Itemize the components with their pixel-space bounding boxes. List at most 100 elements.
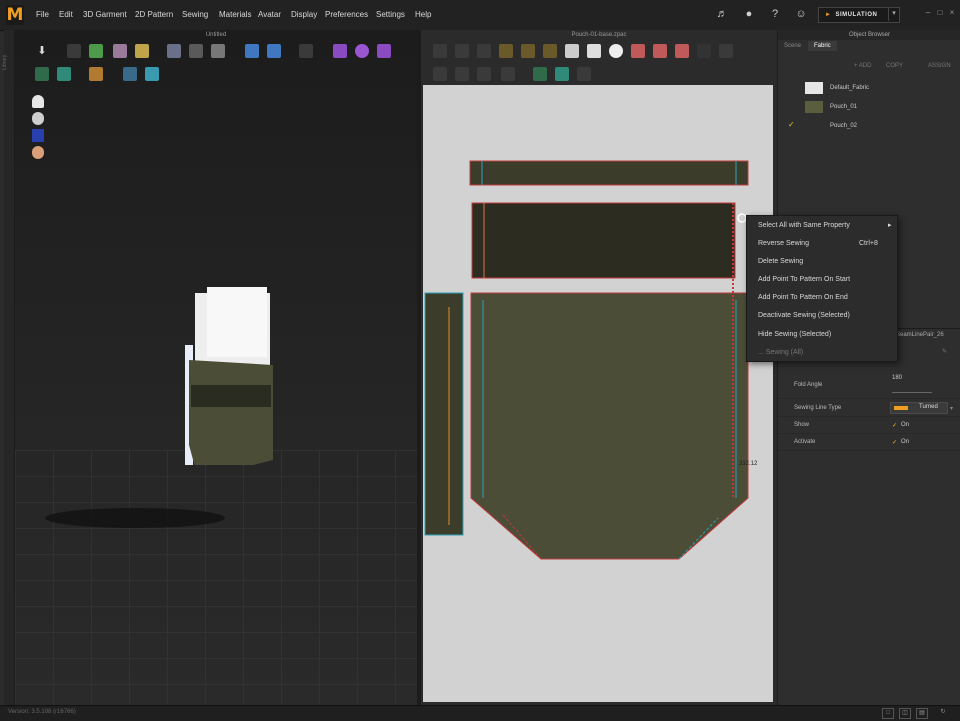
tool-box-blue-icon[interactable] (245, 44, 259, 58)
fabric-item[interactable]: Default_Fabric (778, 80, 960, 98)
3d-pouch-model[interactable] (175, 285, 275, 465)
maximize-icon[interactable]: □ (936, 9, 944, 17)
avatar-mode-icon[interactable]: ☺ (795, 8, 807, 20)
tool-rectangle-icon[interactable] (565, 44, 579, 58)
menu-2d-pattern[interactable]: 2D Pattern (135, 10, 173, 19)
3d-viewport[interactable]: Untitled ⬇ (15, 30, 417, 715)
minimize-icon[interactable]: – (924, 9, 932, 17)
menu-select-all-same-property[interactable]: Select All with Same Property (758, 222, 850, 229)
avatar-skin-icon[interactable] (32, 146, 44, 159)
tool-dart-icon[interactable] (675, 44, 689, 58)
reverse-sewing-shortcut: Ctrl+8 (859, 240, 878, 247)
fold-angle-value[interactable]: 180 (892, 375, 902, 381)
tool-select-texture-icon[interactable] (533, 67, 547, 81)
tool-internal-rect-icon[interactable] (631, 44, 645, 58)
fabric-name: Pouch_02 (830, 123, 858, 129)
tool-select-mesh-icon[interactable] (67, 44, 81, 58)
tool-curve-point-icon[interactable] (499, 44, 513, 58)
menu-avatar[interactable]: Avatar (258, 10, 281, 19)
tool-avatar-icon[interactable] (211, 44, 225, 58)
tool-garment-green-icon[interactable] (89, 44, 103, 58)
tool-purple-arrow-icon[interactable] (377, 44, 391, 58)
tool-internal-circle-icon[interactable] (653, 44, 667, 58)
tool-purple-pen-icon[interactable] (333, 44, 347, 58)
menu-add-point-end[interactable]: Add Point To Pattern On End (758, 294, 848, 301)
menu-hide-sewing[interactable]: Hide Sewing (Selected) (758, 331, 831, 338)
tool-select-grid-icon[interactable] (35, 67, 49, 81)
tool-measure-icon[interactable] (167, 44, 181, 58)
fold-angle-slider[interactable] (892, 392, 932, 393)
speaker-icon[interactable]: ♬ (716, 8, 728, 20)
layout-split-icon[interactable]: ◫ (899, 708, 911, 719)
fabric-item[interactable]: ✓ Pouch_02 (778, 118, 960, 136)
assign-fabric-button[interactable]: ASSIGN (928, 63, 951, 69)
tool-polygon-icon[interactable] (543, 44, 557, 58)
tool-select-sewing-icon[interactable] (433, 67, 447, 81)
refresh-icon[interactable]: ↻ (938, 708, 948, 717)
tool-transform-icon[interactable] (433, 44, 447, 58)
avatar-grey-icon[interactable] (32, 112, 44, 125)
menu-settings[interactable]: Settings (376, 10, 405, 19)
tool-trace-icon[interactable] (719, 44, 733, 58)
help-icon[interactable]: ? (769, 8, 781, 20)
layout-dual-icon[interactable]: ▤ (916, 708, 928, 719)
tool-box-blue-2-icon[interactable] (267, 44, 281, 58)
layout-single-icon[interactable]: □ (882, 708, 894, 719)
close-icon[interactable]: × (948, 9, 956, 17)
tool-line-icon[interactable] (299, 44, 313, 58)
copy-fabric-button[interactable]: COPY (886, 63, 903, 69)
tool-texture-teal-icon[interactable] (145, 67, 159, 81)
avatar-blue-icon[interactable] (32, 129, 44, 142)
tool-grid-dots-icon[interactable] (577, 67, 591, 81)
menu-help[interactable]: Help (415, 10, 431, 19)
menu-edit[interactable]: Edit (59, 10, 73, 19)
tool-free-sewing-icon[interactable] (477, 67, 491, 81)
tool-purple-ring-icon[interactable] (355, 44, 369, 58)
tool-topstitch-icon[interactable] (501, 67, 515, 81)
menu-3d-garment[interactable]: 3D Garment (83, 10, 127, 19)
menu-reverse-sewing[interactable]: Reverse Sewing (758, 240, 809, 247)
tool-edit-point-icon[interactable] (455, 44, 469, 58)
menu-deactivate-sewing[interactable]: Deactivate Sewing (Selected) (758, 312, 850, 319)
tool-tack-icon[interactable] (89, 67, 103, 81)
2d-canvas[interactable]: 332.12 (423, 85, 773, 702)
user-icon[interactable]: ● (743, 8, 755, 20)
tool-notch-icon[interactable] (697, 44, 711, 58)
tool-garment-pink-icon[interactable] (113, 44, 127, 58)
2d-pattern-window[interactable]: Pouch-01-base.zpac 332.12 (421, 30, 777, 715)
tool-fold-icon[interactable] (189, 44, 203, 58)
menu-add-point-start[interactable]: Add Point To Pattern On Start (758, 276, 850, 283)
activate-check-icon[interactable]: ✓ (892, 439, 897, 446)
tool-hexagon-icon[interactable] (587, 44, 601, 58)
menu-display[interactable]: Display (291, 10, 317, 19)
menu-preferences[interactable]: Preferences (325, 10, 368, 19)
tool-segment-sewing-icon[interactable] (455, 67, 469, 81)
tool-edit-curve-icon[interactable] (477, 44, 491, 58)
object-name: SeamLinePair_26 (896, 332, 944, 338)
tool-circle-icon[interactable] (609, 44, 623, 58)
menu-sewing[interactable]: Sewing (182, 10, 208, 19)
fabric-item[interactable]: Pouch_01 (778, 99, 960, 117)
avatar-white-icon[interactable] (32, 95, 44, 108)
tool-texture-grid-icon[interactable] (555, 67, 569, 81)
menu-delete-sewing[interactable]: Delete Sewing (758, 258, 803, 265)
tool-move-down-icon[interactable]: ⬇ (35, 44, 49, 58)
sewing-line-type-select[interactable]: Turned (890, 402, 948, 414)
library-rail[interactable]: Library (2, 30, 15, 715)
menu-materials[interactable]: Materials (219, 10, 251, 19)
sewing-line-type-label: Sewing Line Type (794, 405, 842, 411)
tool-texture-icon[interactable] (123, 67, 137, 81)
tool-pin-icon[interactable] (135, 44, 149, 58)
tab-fabric[interactable]: Fabric (808, 41, 837, 51)
menu-sewing-all[interactable]: ... Sewing (All) (758, 349, 803, 356)
chevron-down-icon[interactable]: ▾ (950, 405, 953, 412)
chevron-down-icon[interactable]: ▾ (888, 7, 899, 21)
tool-grid-teal-icon[interactable] (57, 67, 71, 81)
show-check-icon[interactable]: ✓ (892, 422, 897, 429)
edit-icon[interactable]: ✎ (942, 348, 947, 355)
add-fabric-button[interactable]: + ADD (854, 63, 872, 69)
tab-scene[interactable]: Scene (778, 41, 807, 51)
tool-add-point-icon[interactable] (521, 44, 535, 58)
menu-file[interactable]: File (36, 10, 49, 19)
pattern-pieces[interactable] (423, 85, 773, 702)
